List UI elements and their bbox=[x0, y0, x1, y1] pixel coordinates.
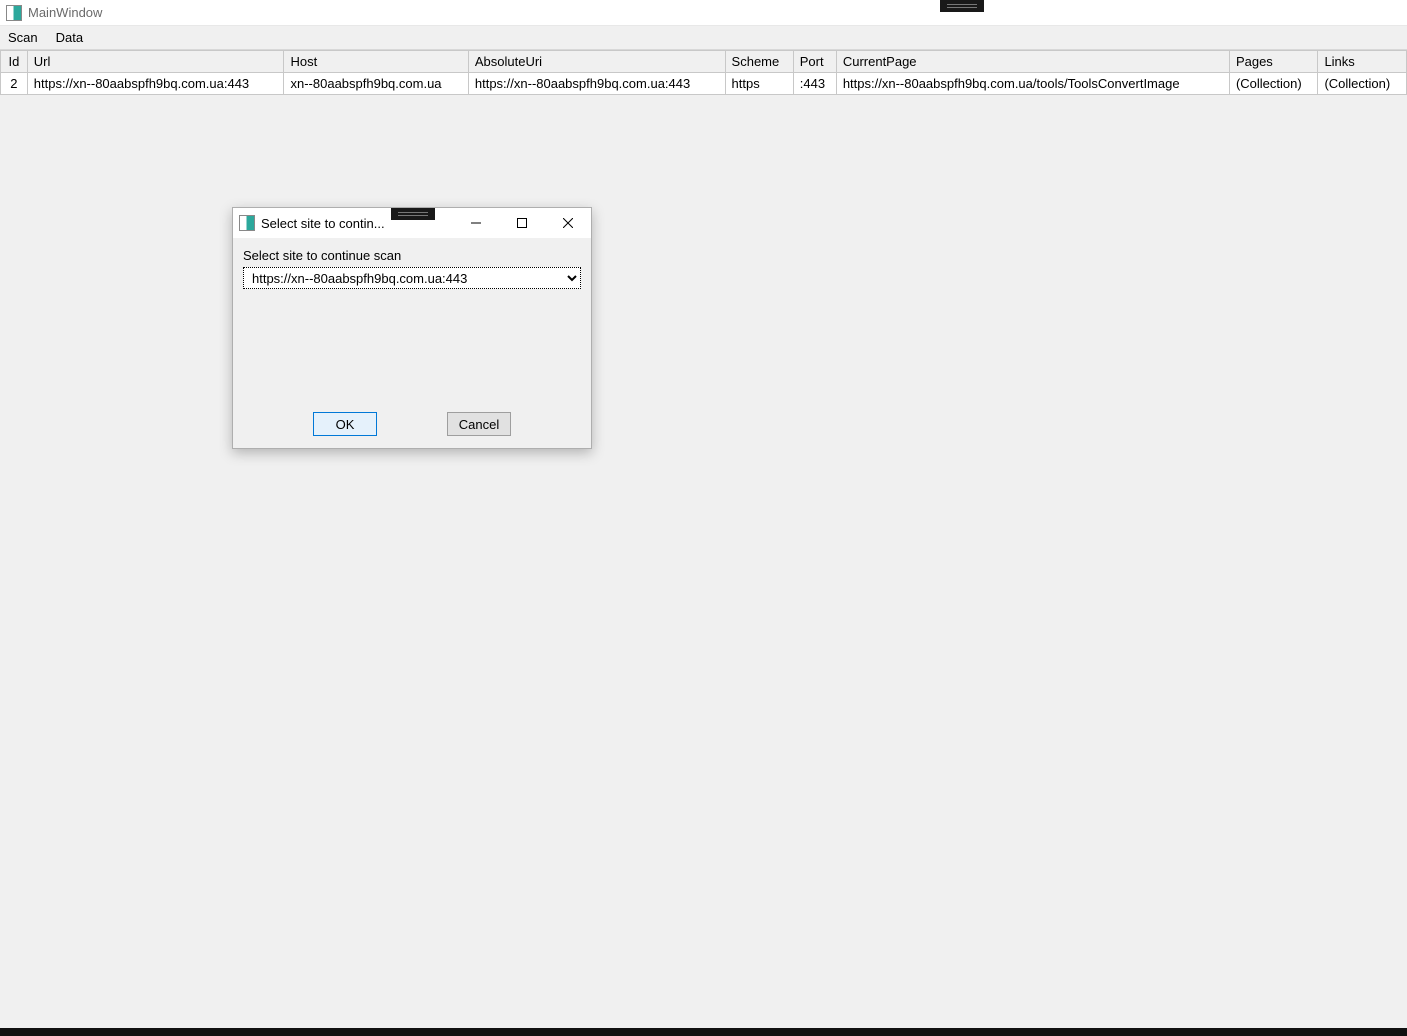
menu-scan[interactable]: Scan bbox=[8, 30, 38, 45]
col-url[interactable]: Url bbox=[27, 51, 284, 73]
taskbar bbox=[0, 1028, 1407, 1036]
cell-host[interactable]: xn--80aabspfh9bq.com.ua bbox=[284, 73, 468, 95]
cell-url[interactable]: https://xn--80aabspfh9bq.com.ua:443 bbox=[27, 73, 284, 95]
cell-id[interactable]: 2 bbox=[1, 73, 28, 95]
select-site-dialog: Select site to contin... bbox=[232, 207, 592, 449]
col-currentpage[interactable]: CurrentPage bbox=[836, 51, 1229, 73]
dialog-button-row: OK Cancel bbox=[233, 412, 591, 436]
dialog-label: Select site to continue scan bbox=[243, 248, 581, 263]
dialog-body: Select site to continue scan https://xn-… bbox=[233, 238, 591, 289]
cell-absoluteuri[interactable]: https://xn--80aabspfh9bq.com.ua:443 bbox=[468, 73, 725, 95]
menu-data[interactable]: Data bbox=[56, 30, 83, 45]
cell-scheme[interactable]: https bbox=[725, 73, 793, 95]
dialog-titlebar: Select site to contin... bbox=[233, 208, 591, 238]
col-id[interactable]: Id bbox=[1, 51, 28, 73]
table-row[interactable]: 2 https://xn--80aabspfh9bq.com.ua:443 xn… bbox=[1, 73, 1407, 95]
col-host[interactable]: Host bbox=[284, 51, 468, 73]
ok-button[interactable]: OK bbox=[313, 412, 377, 436]
grid-header-row: Id Url Host AbsoluteUri Scheme Port Curr… bbox=[1, 51, 1407, 73]
col-port[interactable]: Port bbox=[793, 51, 836, 73]
col-pages[interactable]: Pages bbox=[1229, 51, 1318, 73]
col-links[interactable]: Links bbox=[1318, 51, 1407, 73]
titlebar-handle-widget bbox=[940, 0, 984, 12]
menubar: Scan Data bbox=[0, 26, 1407, 50]
cell-pages[interactable]: (Collection) bbox=[1229, 73, 1318, 95]
cancel-button[interactable]: Cancel bbox=[447, 412, 511, 436]
dialog-handle-widget bbox=[391, 208, 435, 220]
main-titlebar: MainWindow bbox=[0, 0, 1407, 26]
col-absoluteuri[interactable]: AbsoluteUri bbox=[468, 51, 725, 73]
cell-links[interactable]: (Collection) bbox=[1318, 73, 1407, 95]
client-area: Id Url Host AbsoluteUri Scheme Port Curr… bbox=[0, 50, 1407, 1028]
cell-currentpage[interactable]: https://xn--80aabspfh9bq.com.ua/tools/To… bbox=[836, 73, 1229, 95]
maximize-button[interactable] bbox=[499, 208, 545, 238]
window-title: MainWindow bbox=[28, 5, 102, 20]
col-scheme[interactable]: Scheme bbox=[725, 51, 793, 73]
dialog-title: Select site to contin... bbox=[261, 216, 385, 231]
site-combobox[interactable]: https://xn--80aabspfh9bq.com.ua:443 bbox=[243, 267, 581, 289]
dialog-sysbuttons bbox=[453, 208, 591, 238]
minimize-button[interactable] bbox=[453, 208, 499, 238]
dialog-app-icon bbox=[239, 215, 255, 231]
cell-port[interactable]: :443 bbox=[793, 73, 836, 95]
data-grid: Id Url Host AbsoluteUri Scheme Port Curr… bbox=[0, 50, 1407, 95]
close-button[interactable] bbox=[545, 208, 591, 238]
app-icon bbox=[6, 5, 22, 21]
